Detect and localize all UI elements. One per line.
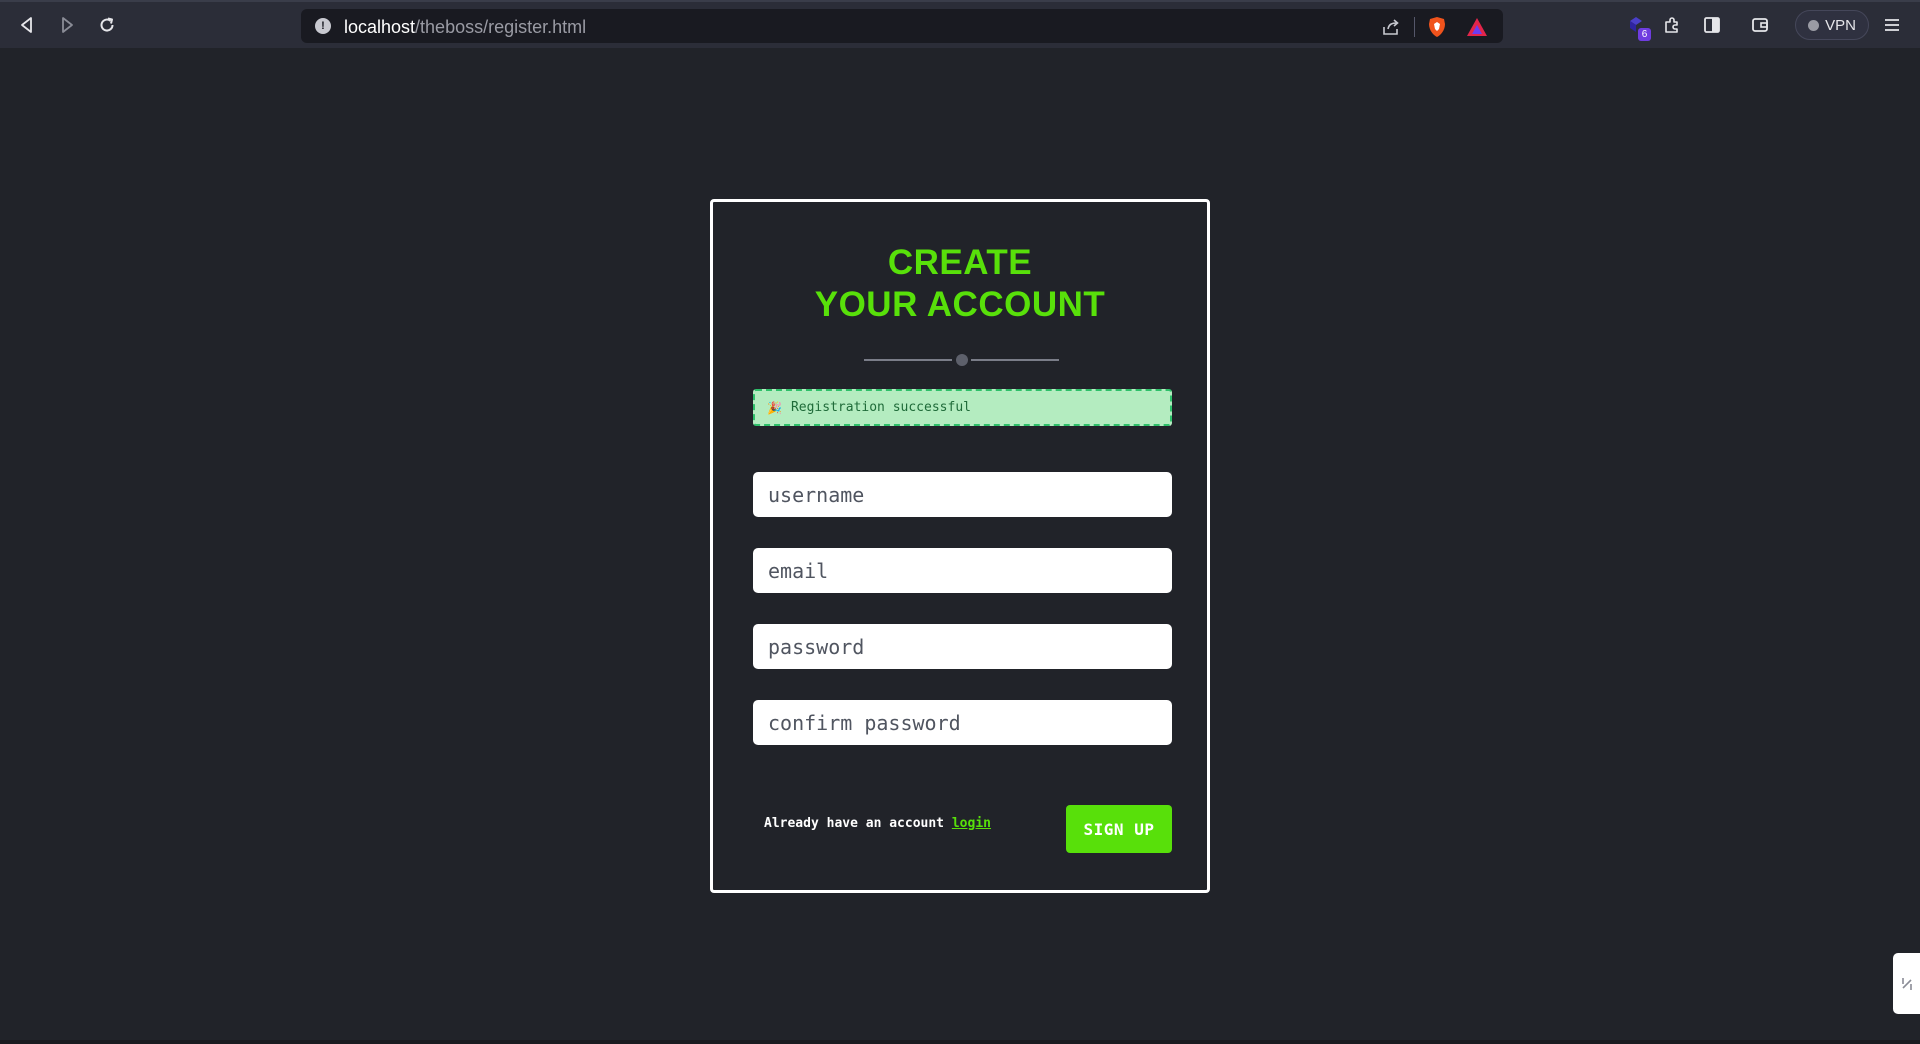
site-info-icon[interactable]: ! — [315, 18, 331, 34]
email-field[interactable] — [753, 548, 1172, 593]
extensions-badge-icon[interactable]: 6 — [1622, 11, 1651, 41]
page-title-line2: YOUR ACCOUNT — [814, 285, 1106, 324]
login-link[interactable]: login — [952, 816, 991, 831]
wallet-icon[interactable] — [1746, 11, 1774, 39]
url-path: /theboss/register.html — [415, 17, 587, 37]
extensions-count-badge: 6 — [1638, 28, 1651, 41]
side-handle-widget[interactable] — [1893, 953, 1920, 1014]
alert-text: Registration successful — [790, 400, 971, 415]
password-field[interactable] — [753, 624, 1172, 669]
success-alert: 🎉 Registration successful — [753, 389, 1172, 426]
brave-rewards-icon[interactable] — [1465, 15, 1489, 39]
handle-icon — [1901, 977, 1912, 990]
divider-dot — [956, 354, 968, 366]
url-host: localhost — [344, 17, 416, 37]
already-label: Already have an account — [764, 816, 945, 831]
forward-button[interactable] — [52, 10, 82, 40]
share-icon[interactable] — [1379, 15, 1403, 39]
puzzle-icon[interactable] — [1658, 11, 1686, 39]
party-popper-icon: 🎉 — [767, 400, 782, 415]
bottom-strip — [0, 1040, 1920, 1044]
browser-toolbar: ! localhost/theboss/register.html 6 VPN — [0, 0, 1920, 48]
confirm-password-field[interactable] — [753, 700, 1172, 745]
brave-shields-icon[interactable] — [1425, 15, 1449, 39]
forward-icon — [62, 17, 73, 33]
menu-icon[interactable] — [1878, 11, 1906, 39]
register-card: CREATE YOUR ACCOUNT 🎉 Registration succe… — [710, 199, 1210, 893]
reload-button[interactable] — [92, 10, 122, 40]
page-title-line1: CREATE — [887, 243, 1033, 282]
back-icon — [21, 17, 32, 33]
divider-left — [864, 359, 952, 361]
vpn-status-icon — [1808, 19, 1820, 31]
divider-right — [971, 359, 1059, 361]
signup-button[interactable]: SIGN UP — [1066, 805, 1172, 853]
vpn-label: VPN — [1825, 16, 1856, 34]
sidebar-icon[interactable] — [1698, 11, 1726, 39]
address-bar[interactable]: ! localhost/theboss/register.html — [301, 9, 1503, 43]
username-field[interactable] — [753, 472, 1172, 517]
vpn-button[interactable]: VPN — [1795, 10, 1869, 40]
url-separator — [1414, 17, 1415, 37]
url-text[interactable]: localhost/theboss/register.html — [344, 17, 586, 38]
back-button[interactable] — [12, 10, 42, 40]
already-account-text: Already have an account login — [764, 816, 991, 831]
reload-icon — [100, 17, 114, 32]
